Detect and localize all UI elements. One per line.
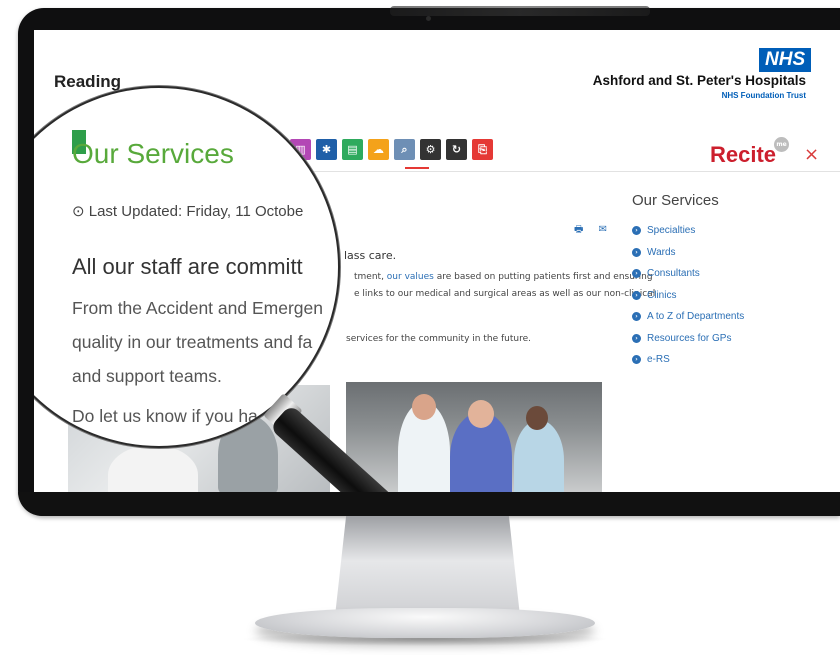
monitor-stand	[335, 516, 520, 616]
sidebar-item-specialties[interactable]: › Specialties	[632, 220, 744, 242]
recite-me-badge: me	[774, 137, 789, 152]
content-heading: All our staff are committ	[72, 254, 303, 279]
paragraph-line-1: tment, our values are based on putting p…	[354, 272, 653, 282]
monitor-chin	[18, 492, 840, 516]
paragraph-line-2: e links to our medical and surgical area…	[354, 289, 656, 299]
trust-name: NHS Foundation Trust	[721, 91, 806, 100]
monitor-mockup: Reading NHS Ashford and St. Peter's Hosp…	[0, 0, 840, 655]
reset-icon[interactable]: ↻	[446, 139, 467, 160]
print-email-icons[interactable]: 🖶 ✉	[574, 222, 613, 239]
sidebar-list: › Specialties › Wards › Consultants › Clinic…	[632, 220, 744, 371]
chevron-right-icon: ›	[632, 290, 641, 300]
sidebar-item-a-to-z[interactable]: › A to Z of Departments	[632, 306, 744, 328]
active-tool-indicator	[405, 167, 429, 169]
last-updated: ⊙ Last Updated: Friday, 11 Octobe	[72, 203, 304, 220]
chevron-right-icon: ›	[632, 312, 641, 322]
our-values-link[interactable]: our values	[387, 272, 434, 282]
heading-tail: lass care.	[344, 249, 397, 262]
sidebar-title: Our Services	[632, 192, 719, 209]
monitor-base	[255, 608, 595, 638]
settings-icon[interactable]: ⚙	[420, 139, 441, 160]
download-icon[interactable]: ☁	[368, 139, 389, 160]
close-toolbar-button[interactable]: ×	[804, 144, 819, 165]
chevron-right-icon: ›	[632, 333, 641, 343]
chevron-right-icon: ›	[632, 247, 641, 257]
sidebar-item-consultants[interactable]: › Consultants	[632, 263, 744, 285]
paragraph-line-3: services for the community in the future…	[346, 334, 531, 344]
chevron-right-icon: ›	[632, 226, 641, 236]
recite-logo: Recite	[710, 142, 777, 167]
nhs-logo[interactable]: NHS	[759, 48, 812, 72]
body-line-2: quality in our treatments and fa	[72, 332, 313, 352]
sidebar-item-e-rs[interactable]: › e-RS	[632, 349, 744, 371]
monitor-screen: Reading NHS Ashford and St. Peter's Hosp…	[34, 30, 840, 492]
exit-icon[interactable]: ⎘	[472, 139, 493, 160]
page-title: Our Services	[72, 138, 234, 169]
magnifier-lens: Our Services ⊙ Last Updated: Friday, 11 …	[34, 86, 340, 448]
search-icon[interactable]: ⌕	[394, 139, 415, 160]
staff-photo	[346, 382, 602, 492]
reading-ruler-icon[interactable]: ▤	[342, 139, 363, 160]
body-line-1: From the Accident and Emergen	[72, 298, 323, 318]
webcam	[426, 16, 431, 21]
sidebar-item-wards[interactable]: › Wards	[632, 242, 744, 264]
body-line-4: Do let us know if you ha	[72, 406, 258, 426]
sidebar-item-resources-gps[interactable]: › Resources for GPs	[632, 328, 744, 350]
clock-icon: ⊙	[72, 203, 85, 220]
chevron-right-icon: ›	[632, 355, 641, 365]
hospital-name[interactable]: Ashford and St. Peter's Hospitals	[584, 73, 806, 88]
chevron-right-icon: ›	[632, 269, 641, 279]
bezel-highlight	[390, 6, 650, 16]
sidebar-item-clinics[interactable]: › Clinics	[632, 285, 744, 307]
body-line-3: and support teams.	[72, 366, 222, 386]
